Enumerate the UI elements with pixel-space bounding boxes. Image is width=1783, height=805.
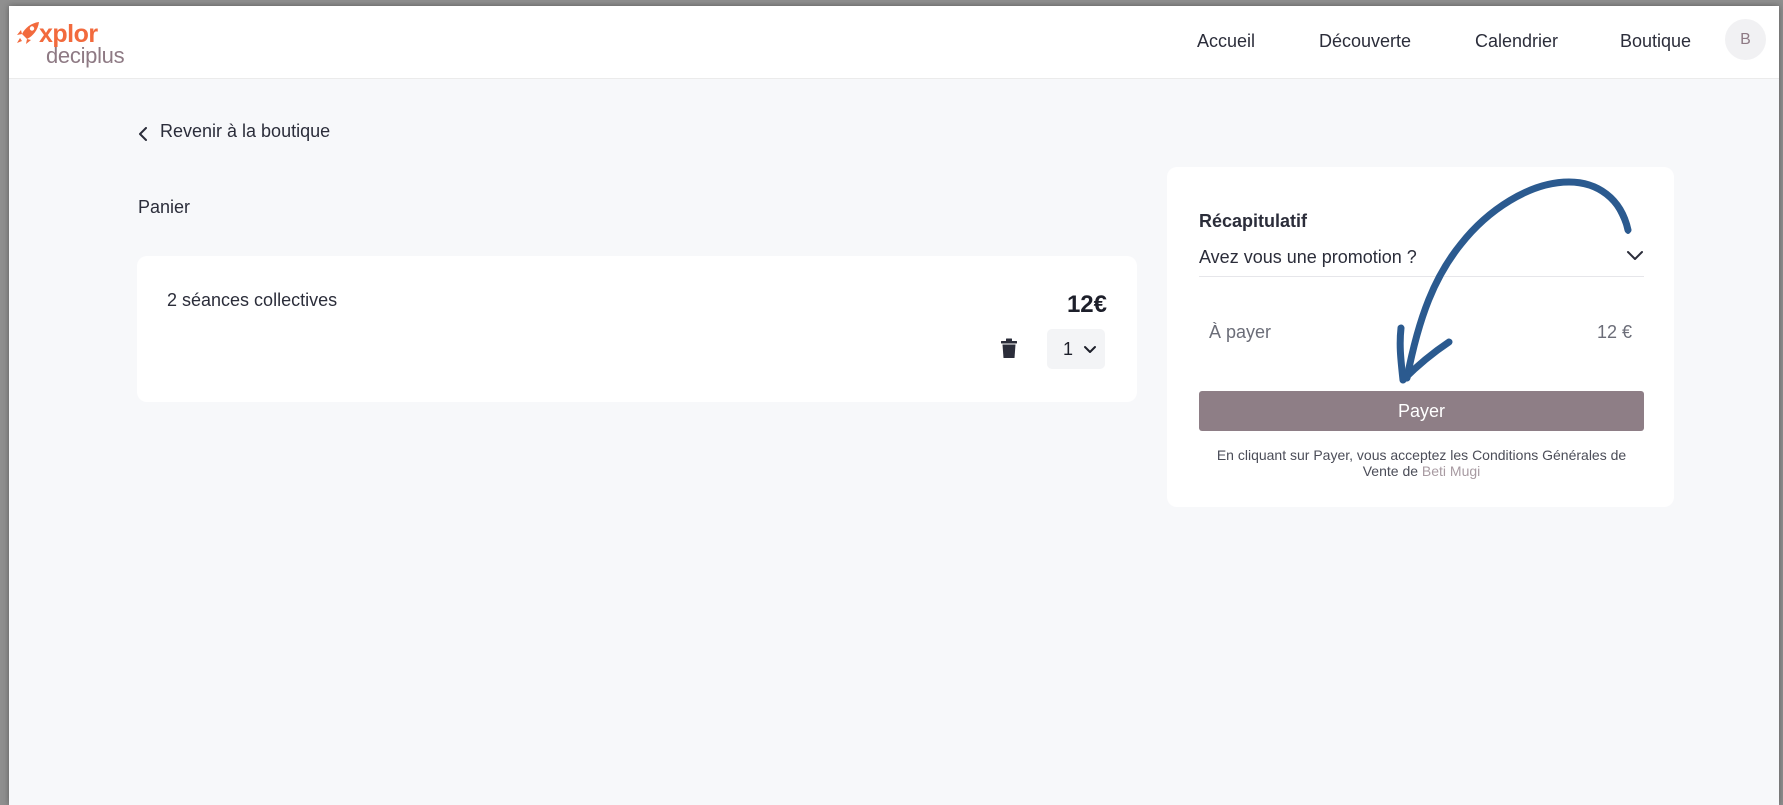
brand-logo[interactable]: xplor deciplus <box>15 16 135 70</box>
terms-org-link[interactable]: Beti Mugi <box>1422 463 1480 479</box>
quantity-value: 1 <box>1063 339 1074 359</box>
rocket-icon <box>15 20 41 46</box>
trash-icon[interactable] <box>1000 338 1018 359</box>
to-pay-label: À payer <box>1209 322 1272 342</box>
nav-item-decouverte[interactable]: Découverte <box>1319 31 1411 52</box>
logo-deciplus-text: deciplus <box>46 43 125 68</box>
back-link-label: Revenir à la boutique <box>160 121 331 141</box>
chevron-down-icon <box>1626 249 1644 263</box>
quantity-select[interactable]: 1 <box>1047 329 1105 369</box>
cart-item-name: 2 séances collectives <box>167 290 338 310</box>
browser-page: xplor deciplus Accueil Découverte Calend… <box>9 6 1779 805</box>
chevron-down-icon <box>1083 343 1097 355</box>
order-summary-card: Récapitulatif Avez vous une promotion ? … <box>1167 167 1674 507</box>
cart-title: Panier <box>138 197 191 217</box>
summary-title: Récapitulatif <box>1199 211 1308 231</box>
top-header: xplor deciplus Accueil Découverte Calend… <box>9 6 1779 79</box>
promo-label: Avez vous une promotion ? <box>1199 247 1417 267</box>
promo-toggle[interactable]: Avez vous une promotion ? <box>1199 237 1644 277</box>
nav-item-calendrier[interactable]: Calendrier <box>1475 31 1558 52</box>
cart-item-card: 2 séances collectives 12€ 1 <box>137 256 1137 402</box>
pay-button[interactable]: Payer <box>1199 391 1644 431</box>
to-pay-value: 12 € <box>1596 322 1632 342</box>
nav-item-boutique[interactable]: Boutique <box>1620 31 1691 52</box>
chevron-left-icon <box>137 125 149 141</box>
nav-item-accueil[interactable]: Accueil <box>1197 31 1255 52</box>
terms-text: En cliquant sur Payer, vous acceptez les… <box>1199 447 1644 479</box>
avatar[interactable]: B <box>1725 19 1766 60</box>
cart-item-price: 12€ <box>1066 291 1107 318</box>
